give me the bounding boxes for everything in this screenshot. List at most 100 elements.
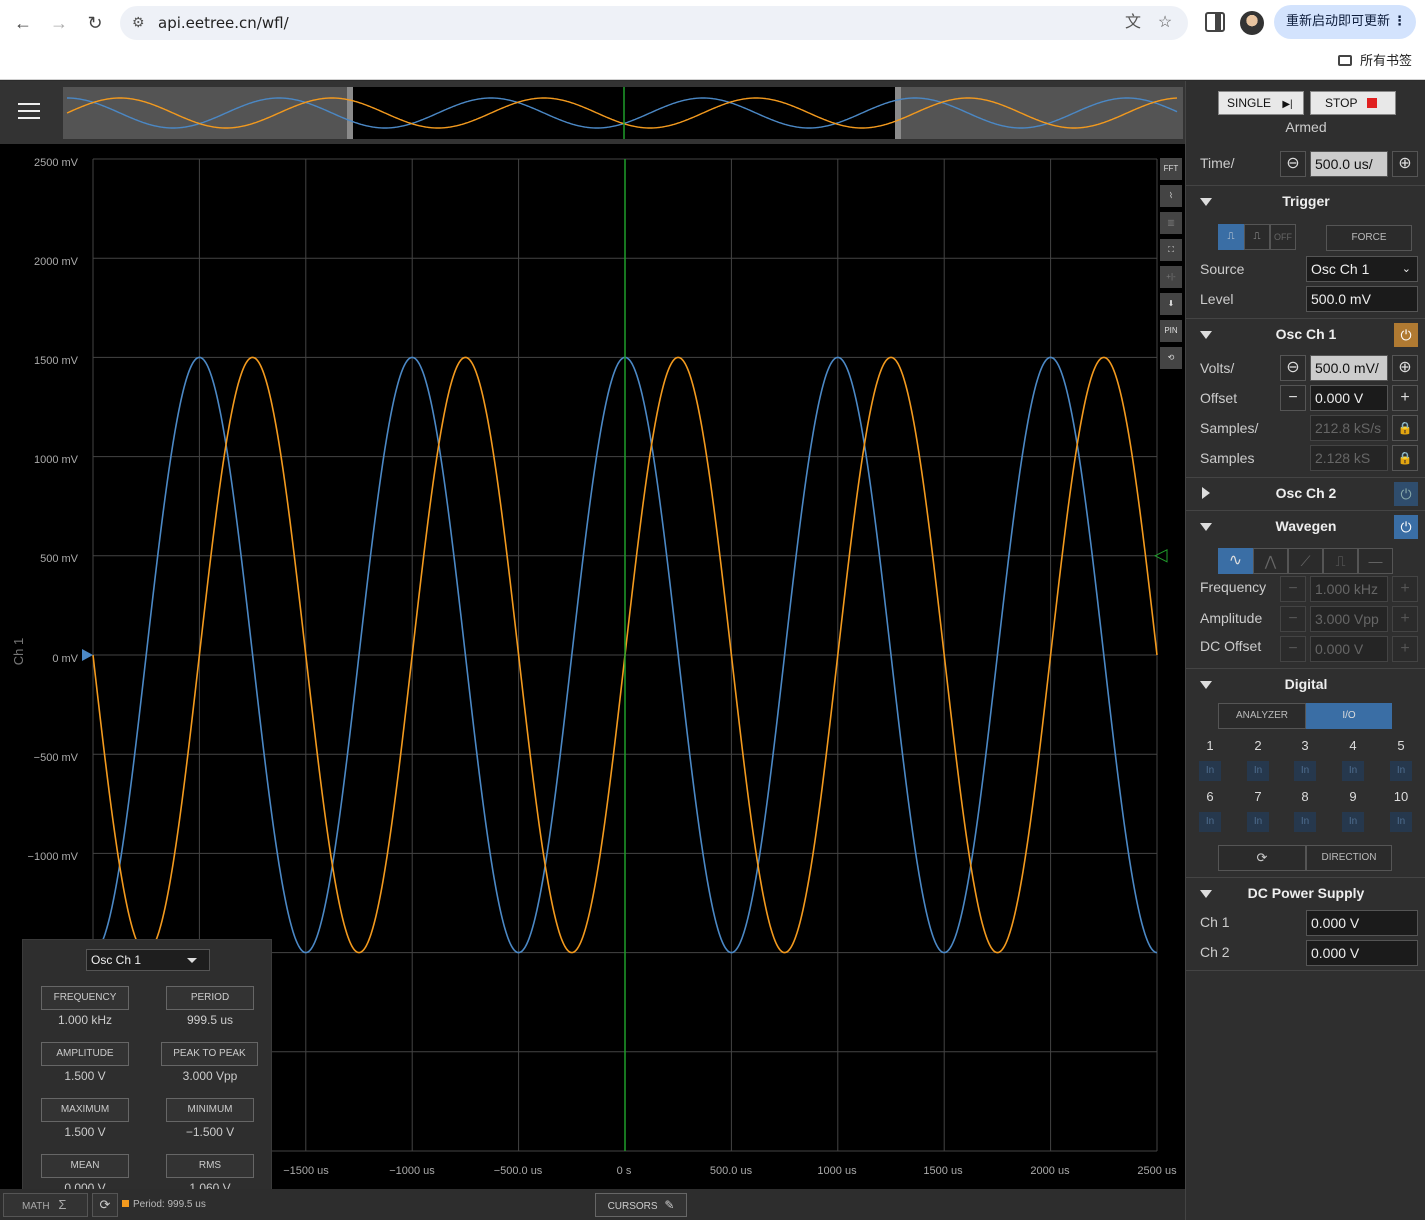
offset-field[interactable]: 0.000 V: [1310, 385, 1388, 411]
triangle-wave-icon[interactable]: ⋀: [1253, 548, 1288, 574]
digital-pin-state[interactable]: In: [1199, 812, 1221, 832]
cursors-button[interactable]: CURSORS ✎: [595, 1193, 687, 1217]
direction-button[interactable]: DIRECTION: [1306, 845, 1392, 871]
time-per-div-field[interactable]: 500.0 us/: [1310, 151, 1388, 177]
ch1-power-icon[interactable]: ⏻: [1394, 323, 1418, 347]
amplitude-plus-icon[interactable]: +: [1392, 606, 1418, 632]
split-icon[interactable]: +|-: [1160, 266, 1182, 288]
reload-icon[interactable]: ↻: [82, 10, 108, 36]
offset-plus-icon[interactable]: +: [1392, 385, 1418, 411]
volts-zoom-out-icon[interactable]: ⊖: [1280, 355, 1306, 381]
menu-icon[interactable]: [18, 103, 40, 119]
measure-period-button[interactable]: PERIOD: [166, 986, 254, 1010]
wavegen-header[interactable]: Wavegen ⏻: [1186, 510, 1425, 542]
rising-edge-button[interactable]: ⎍: [1218, 224, 1244, 250]
digital-pin-state[interactable]: In: [1294, 761, 1316, 781]
refresh-measure-button[interactable]: ⟳: [92, 1193, 118, 1217]
single-button[interactable]: SINGLE ▶|: [1218, 91, 1304, 115]
analyzer-tab[interactable]: ANALYZER: [1218, 703, 1306, 729]
all-bookmarks[interactable]: 所有书签: [1338, 50, 1412, 69]
digital-pin-state[interactable]: In: [1342, 812, 1364, 832]
forward-icon[interactable]: →: [46, 10, 72, 36]
measure-peak-to-peak-button[interactable]: PEAK TO PEAK: [161, 1042, 258, 1066]
time-zoom-out-icon[interactable]: ⊖: [1280, 151, 1306, 177]
wavegen-color-swatch: [122, 1200, 129, 1207]
digital-refresh-icon[interactable]: ⟳: [1218, 845, 1306, 871]
overview-traces: [66, 87, 1178, 139]
falling-edge-button[interactable]: ⎍: [1244, 224, 1270, 250]
download-icon[interactable]: ⬇: [1160, 293, 1182, 315]
osc-ch1-header[interactable]: Osc Ch 1 ⏻: [1186, 318, 1425, 350]
digital-pin-state[interactable]: In: [1294, 812, 1316, 832]
frequency-minus-icon[interactable]: −: [1280, 576, 1306, 602]
offset-minus-icon[interactable]: −: [1280, 385, 1306, 411]
address-bar[interactable]: ⚙ api.eetree.cn/wfl/ 文 ☆: [120, 6, 1188, 40]
frequency-field[interactable]: 1.000 kHz: [1310, 576, 1388, 602]
filter-icon[interactable]: ⌇: [1160, 185, 1182, 207]
side-panel-icon[interactable]: [1205, 12, 1225, 32]
frequency-plus-icon[interactable]: +: [1392, 576, 1418, 602]
math-button[interactable]: MATH Σ: [3, 1193, 88, 1217]
digital-header[interactable]: Digital: [1186, 668, 1425, 700]
update-button[interactable]: 重新启动即可更新 ⋮: [1274, 5, 1416, 39]
dc-offset-minus-icon[interactable]: −: [1280, 636, 1306, 662]
lock-icon[interactable]: 🔒: [1392, 445, 1418, 471]
force-trigger-button[interactable]: FORCE: [1326, 225, 1412, 251]
reset-icon[interactable]: ⟲: [1160, 347, 1182, 369]
dc-ch1-field[interactable]: 0.000 V: [1306, 910, 1418, 936]
measurement-source-value: Osc Ch 1: [91, 953, 142, 967]
measure-mean-button[interactable]: MEAN: [41, 1154, 129, 1178]
measure-minimum-button[interactable]: MINIMUM: [166, 1098, 254, 1122]
measure-frequency-button[interactable]: FREQUENCY: [41, 986, 129, 1010]
trigger-source-select[interactable]: Osc Ch 1 ⌄: [1306, 256, 1418, 282]
sawtooth-wave-icon[interactable]: ⟋: [1288, 548, 1323, 574]
bookmark-star-icon[interactable]: ☆: [1154, 12, 1176, 34]
trigger-level-field[interactable]: 500.0 mV: [1306, 286, 1418, 312]
trigger-header[interactable]: Trigger: [1186, 185, 1425, 217]
dc-offset-field[interactable]: 0.000 V: [1310, 636, 1388, 662]
digital-pin-state[interactable]: In: [1342, 761, 1364, 781]
digital-pin-state[interactable]: In: [1199, 761, 1221, 781]
site-settings-icon[interactable]: ⚙: [132, 14, 150, 32]
amplitude-minus-icon[interactable]: −: [1280, 606, 1306, 632]
lock-icon[interactable]: 🔒: [1392, 415, 1418, 441]
translate-icon[interactable]: 文: [1122, 12, 1144, 34]
digital-pin-number: 1: [1206, 738, 1214, 753]
osc-ch2-header[interactable]: Osc Ch 2 ⏻: [1186, 477, 1425, 509]
digital-pin-state[interactable]: In: [1247, 761, 1269, 781]
time-zoom-in-icon[interactable]: ⊕: [1392, 151, 1418, 177]
measure-value: 1.500 V: [64, 1069, 106, 1083]
volts-per-div-field[interactable]: 500.0 mV/: [1310, 355, 1388, 381]
io-tab[interactable]: I/O: [1306, 703, 1392, 729]
dc-ch2-field[interactable]: 0.000 V: [1306, 940, 1418, 966]
trigger-off-button[interactable]: OFF: [1270, 224, 1296, 250]
pin-icon[interactable]: PIN: [1160, 320, 1182, 342]
measure-rms-button[interactable]: RMS: [166, 1154, 254, 1178]
waveform-overview[interactable]: [63, 87, 1183, 139]
dc-wave-icon[interactable]: —: [1358, 548, 1393, 574]
histogram-icon[interactable]: ▥: [1160, 212, 1182, 234]
measure-maximum-button[interactable]: MAXIMUM: [41, 1098, 129, 1122]
x-tick-label: 1000 us: [817, 1165, 857, 1177]
digital-pin-state[interactable]: In: [1390, 812, 1412, 832]
samples-field: 2.128 kS: [1310, 445, 1388, 471]
amplitude-field[interactable]: 3.000 Vpp: [1310, 606, 1388, 632]
sine-wave-icon[interactable]: ∿: [1218, 548, 1253, 574]
dc-power-header[interactable]: DC Power Supply: [1186, 877, 1425, 909]
stop-button[interactable]: STOP: [1310, 91, 1396, 115]
ch2-power-icon[interactable]: ⏻: [1394, 482, 1418, 506]
fft-icon[interactable]: FFT: [1160, 158, 1182, 180]
volts-zoom-in-icon[interactable]: ⊕: [1392, 355, 1418, 381]
digital-pin-state[interactable]: In: [1247, 812, 1269, 832]
fullscreen-icon[interactable]: ⛶: [1160, 239, 1182, 261]
measurement-source-select[interactable]: Osc Ch 1: [86, 949, 210, 971]
square-wave-icon[interactable]: ⎍: [1323, 548, 1358, 574]
plot-area[interactable]: 2500 mV 2000 mV 1500 mV 1000 mV 500 mV 0 mV −5…: [0, 144, 1185, 1201]
wavegen-power-icon[interactable]: ⏻: [1394, 515, 1418, 539]
back-icon[interactable]: ←: [10, 10, 36, 36]
measure-amplitude-button[interactable]: AMPLITUDE: [41, 1042, 129, 1066]
browser-chrome: ← → ↻ ⚙ api.eetree.cn/wfl/ 文 ☆ 重新启动即可更新 …: [0, 0, 1425, 80]
digital-pin-state[interactable]: In: [1390, 761, 1412, 781]
dc-offset-plus-icon[interactable]: +: [1392, 636, 1418, 662]
profile-avatar[interactable]: [1240, 11, 1264, 35]
